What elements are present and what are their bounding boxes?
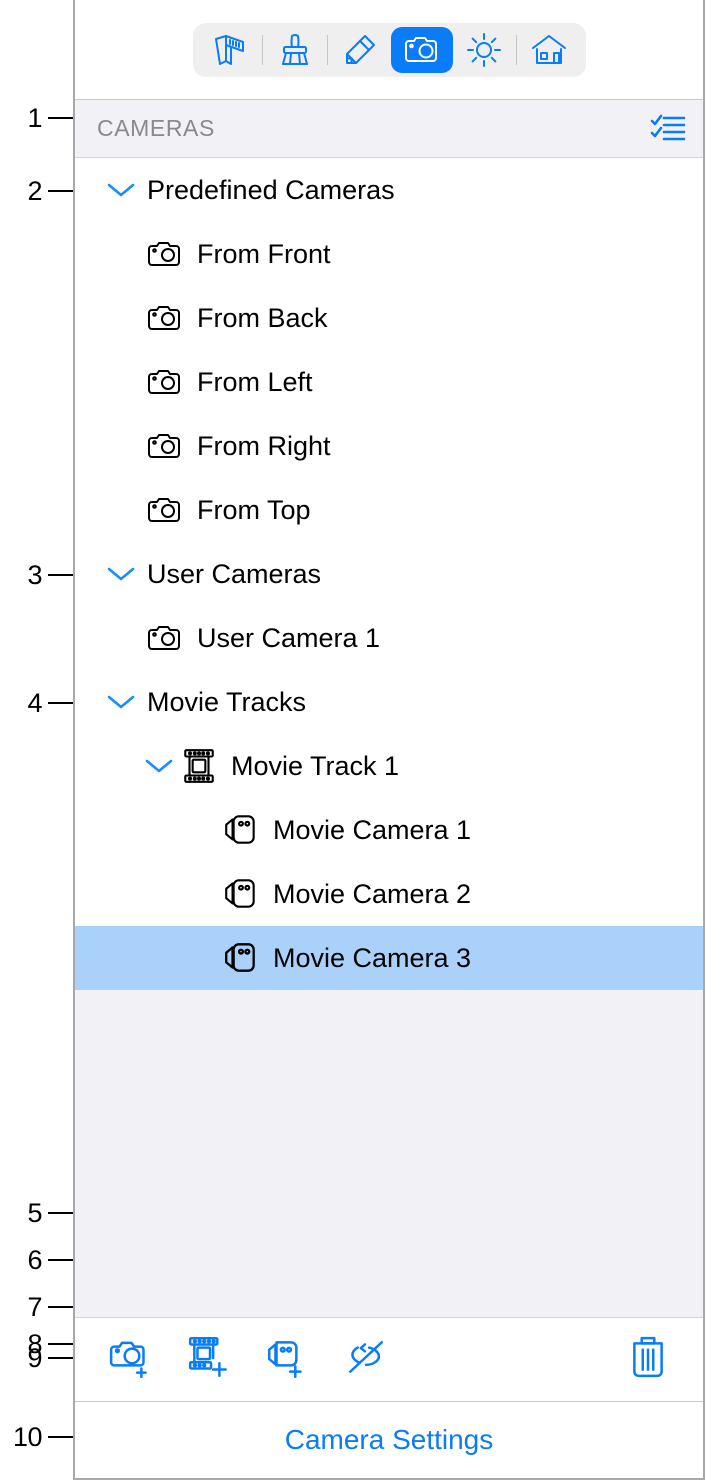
chevron-down-icon[interactable]: [103, 556, 139, 592]
loop-disabled-icon: [343, 1337, 389, 1382]
tree-row-label: Movie Camera 2: [273, 878, 472, 909]
camera-icon: [143, 302, 187, 334]
panel-footer: Camera Settings: [75, 1402, 703, 1480]
callout-number-1: 1: [27, 103, 42, 133]
chevron-down-icon[interactable]: [141, 748, 177, 784]
brush-icon: [277, 33, 313, 67]
tree-row-label: User Camera 1: [197, 622, 381, 653]
camera-icon: [143, 494, 187, 526]
tool-mode-toolbar: [75, 0, 703, 100]
callout-number-4: 4: [27, 688, 42, 718]
movie-camera-icon: [219, 941, 263, 975]
chevron-down-icon[interactable]: [103, 172, 139, 208]
tree-item-from-front[interactable]: From Front: [75, 222, 703, 286]
tree-empty-area: [75, 990, 703, 1318]
page-title: CAMERAS: [97, 115, 215, 141]
house-icon: [530, 33, 568, 67]
cameras-panel: CAMERAS Predefined Cameras From Front Fr…: [73, 0, 705, 1480]
add-camera-button[interactable]: [101, 1329, 163, 1391]
tree-item-from-top[interactable]: From Top: [75, 478, 703, 542]
tool-measure-button[interactable]: [199, 27, 261, 73]
add-camera-icon: [108, 1336, 156, 1383]
callout-number-2: 2: [27, 176, 42, 206]
tree-row-label: From Front: [197, 238, 331, 269]
tree-row-label: From Right: [197, 430, 331, 461]
callout-number-9: 9: [27, 1343, 42, 1373]
eraser-pencil-icon: [342, 33, 378, 67]
callout-number-3: 3: [27, 560, 42, 590]
add-movie-camera-button[interactable]: [257, 1329, 319, 1391]
tool-cameras-button[interactable]: [390, 26, 453, 73]
tree-row-label: Movie Camera 1: [273, 814, 472, 845]
camera-icon: [143, 622, 187, 654]
movie-camera-icon: [219, 877, 263, 911]
callout-number-5: 5: [27, 1198, 42, 1228]
callout-number-10: 10: [12, 1422, 43, 1452]
measure-caliper-icon: [210, 33, 250, 67]
tree-row-label: Predefined Cameras: [147, 174, 395, 205]
tree-row-label: Movie Track 1: [231, 750, 400, 781]
tool-lighting-button[interactable]: [453, 27, 515, 73]
camera-icon: [143, 238, 187, 270]
tree-group-user-cameras[interactable]: User Cameras: [75, 542, 703, 606]
tree-group-movie-tracks[interactable]: Movie Tracks: [75, 670, 703, 734]
checklist-icon[interactable]: [647, 109, 689, 149]
camera-icon: [143, 430, 187, 462]
tree-item-movie-camera-3[interactable]: Movie Camera 3: [75, 926, 703, 990]
tree-group-predefined-cameras[interactable]: Predefined Cameras: [75, 158, 703, 222]
toolbar-divider: [515, 34, 517, 65]
tool-markup-button[interactable]: [329, 27, 391, 73]
tool-site-button[interactable]: [518, 27, 580, 73]
tree-item-from-back[interactable]: From Back: [75, 286, 703, 350]
trash-icon: [628, 1335, 668, 1384]
delete-button[interactable]: [617, 1329, 679, 1391]
toolbar-divider: [326, 34, 328, 65]
callout-number-7: 7: [27, 1292, 42, 1322]
add-movie-track-icon: [186, 1335, 234, 1384]
tool-brush-button[interactable]: [264, 27, 326, 73]
cameras-action-toolbar: [75, 1318, 703, 1402]
tree-group-movie-track-1[interactable]: Movie Track 1: [75, 734, 703, 798]
tree-row-label: From Back: [197, 302, 328, 333]
tree-row-label: User Cameras: [147, 558, 322, 589]
add-movie-track-button[interactable]: [179, 1329, 241, 1391]
tree-item-movie-camera-1[interactable]: Movie Camera 1: [75, 798, 703, 862]
camera-settings-link[interactable]: Camera Settings: [285, 1424, 494, 1456]
callout-number-6: 6: [27, 1245, 42, 1275]
tree-row-label: From Top: [197, 494, 311, 525]
tree-row-label: Movie Tracks: [147, 686, 307, 717]
sun-icon: [466, 32, 502, 68]
tree-item-from-right[interactable]: From Right: [75, 414, 703, 478]
film-reel-icon: [177, 748, 221, 784]
tree-item-movie-camera-2[interactable]: Movie Camera 2: [75, 862, 703, 926]
tree-row-label: Movie Camera 3: [273, 942, 472, 973]
toolbar-divider: [261, 34, 263, 65]
cameras-tree: Predefined Cameras From Front From Back …: [75, 158, 703, 990]
movie-camera-icon: [219, 813, 263, 847]
add-movie-camera-icon: [264, 1336, 312, 1383]
screenshot-root: 1 2 3 4 5 6 7 8 9 10 CAMERAS Predefined …: [0, 0, 712, 1480]
tool-mode-segmented-control: [192, 22, 586, 77]
chevron-down-icon[interactable]: [103, 684, 139, 720]
loop-disabled-button[interactable]: [335, 1329, 397, 1391]
tree-item-from-left[interactable]: From Left: [75, 350, 703, 414]
tree-row-label: From Left: [197, 366, 313, 397]
camera-icon: [143, 366, 187, 398]
cameras-section-header: CAMERAS: [75, 100, 703, 158]
tree-item-user-camera-1[interactable]: User Camera 1: [75, 606, 703, 670]
camera-icon: [403, 34, 441, 66]
